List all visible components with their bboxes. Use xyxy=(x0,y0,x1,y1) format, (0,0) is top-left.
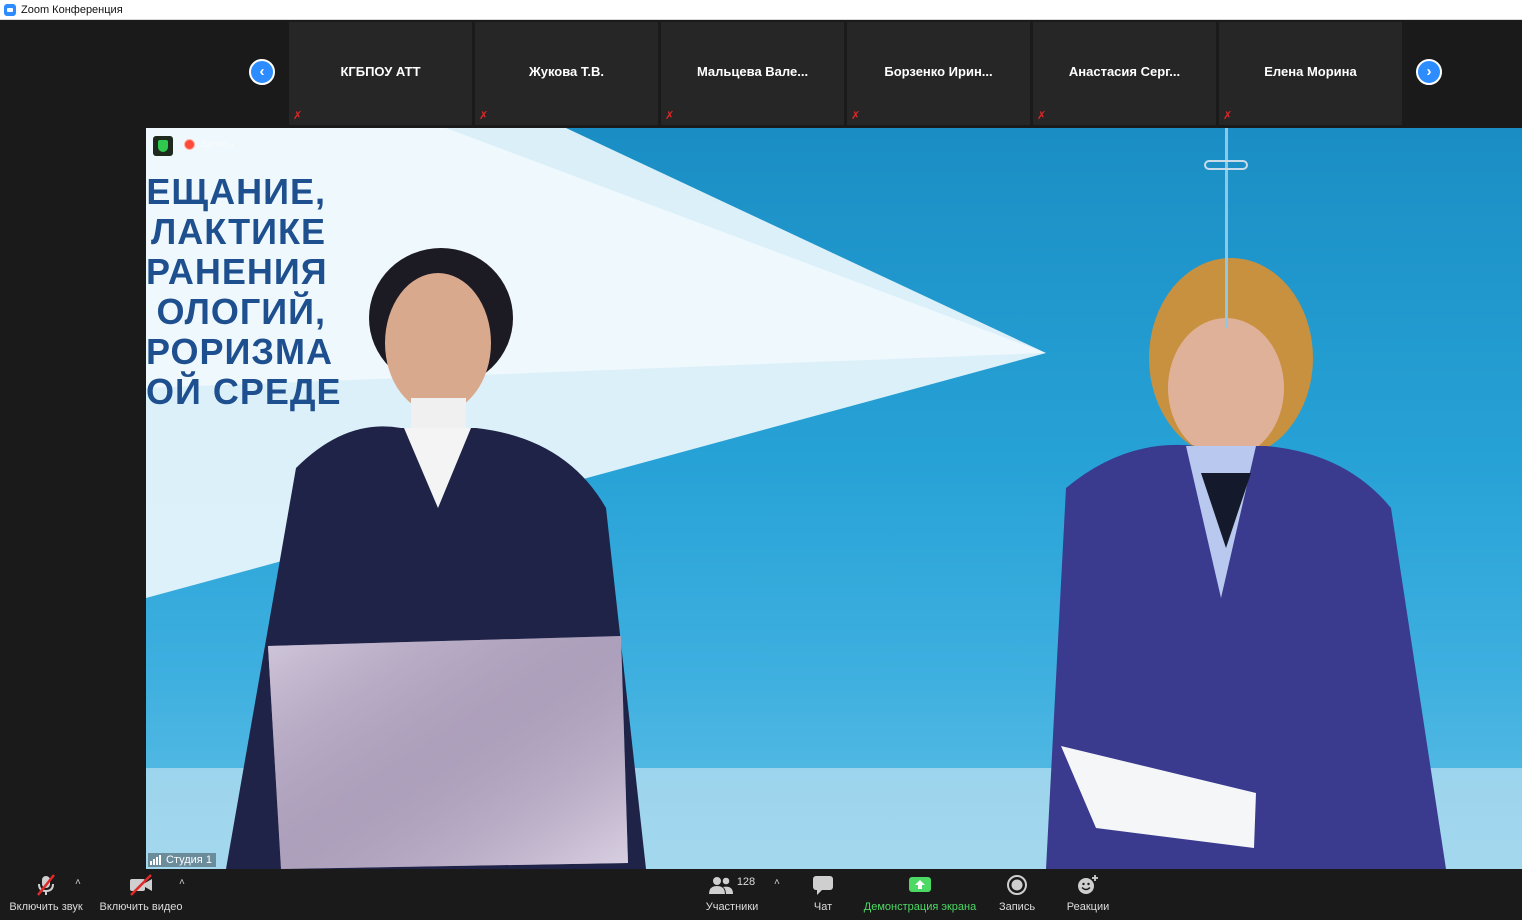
unmute-label: Включить звук xyxy=(9,901,83,913)
recording-label: Запись xyxy=(201,139,234,150)
backdrop-clip xyxy=(1204,160,1248,170)
speaker-name-label: Студия 1 xyxy=(148,853,216,867)
muted-mic-icon: ✗ xyxy=(851,110,861,122)
muted-mic-icon: ✗ xyxy=(1223,110,1233,122)
strip-prev-button[interactable]: ‹ xyxy=(249,59,275,85)
participants-label: Участники xyxy=(705,901,759,913)
banner-line: ЕЩАНИЕ, xyxy=(146,171,326,212)
participant-strip: ‹ КГБПОУ АТТ ✗ Жукова Т.В. ✗ Мальцева Ва… xyxy=(0,20,1522,127)
window-title: Zoom Конференция xyxy=(21,3,123,16)
video-off-icon xyxy=(128,873,154,897)
banner-line: ОЛОГИЙ, xyxy=(156,291,326,332)
record-icon xyxy=(1006,873,1028,897)
strip-next-button[interactable]: › xyxy=(1416,59,1442,85)
participant-tile[interactable]: Жукова Т.В. ✗ xyxy=(475,22,658,125)
record-dot-icon xyxy=(184,139,195,150)
reactions-button[interactable]: Реакции xyxy=(1065,873,1111,917)
muted-mic-icon: ✗ xyxy=(665,110,675,122)
share-screen-button[interactable]: Демонстрация экрана xyxy=(864,873,976,917)
record-button[interactable]: Запись xyxy=(997,873,1037,917)
participant-name: Елена Морина xyxy=(1264,64,1357,79)
signal-bars-icon xyxy=(150,855,162,865)
banner-line: РОРИЗМА xyxy=(146,331,333,372)
participant-tile[interactable]: Борзенко Ирин... ✗ xyxy=(847,22,1030,125)
muted-mic-icon: ✗ xyxy=(479,110,489,122)
start-video-button[interactable]: Включить видео xyxy=(99,873,183,917)
start-video-label: Включить видео xyxy=(99,901,183,913)
reactions-label: Реакции xyxy=(1066,901,1110,913)
share-screen-icon xyxy=(908,873,932,897)
reactions-smiley-icon xyxy=(1076,873,1100,897)
participant-name: Жукова Т.В. xyxy=(528,64,604,79)
video-options-caret[interactable]: ˄ xyxy=(179,877,185,888)
participants-icon-wrap: 128 xyxy=(708,873,756,897)
participant-tile[interactable]: Анастасия Серг... ✗ xyxy=(1033,22,1216,125)
participants-options-caret[interactable]: ˄ xyxy=(774,877,780,888)
unmute-button[interactable]: Включить звук xyxy=(8,873,84,917)
participants-count: 128 xyxy=(736,876,756,888)
muted-microphone-icon xyxy=(34,873,58,897)
participant-tile[interactable]: КГБПОУ АТТ ✗ xyxy=(289,22,472,125)
muted-mic-icon: ✗ xyxy=(293,110,303,122)
muted-mic-icon: ✗ xyxy=(1037,110,1047,122)
participant-tile[interactable]: Мальцева Вале... ✗ xyxy=(661,22,844,125)
audio-options-caret[interactable]: ˄ xyxy=(75,877,81,888)
zoom-app-icon xyxy=(4,3,16,16)
chat-label: Чат xyxy=(813,901,833,913)
video-scene xyxy=(146,128,1522,869)
chat-bubble-icon xyxy=(812,873,834,897)
banner-line: ОЙ СРЕДЕ xyxy=(146,371,342,412)
participant-name: КГБПОУ АТТ xyxy=(340,64,421,79)
participants-button[interactable]: 128 Участники xyxy=(704,873,760,917)
backdrop-banner: ЕЩАНИЕ, ЛАКТИКЕ РАНЕНИЯ ОЛОГИЙ, РОРИЗМА … xyxy=(146,171,342,412)
record-label: Запись xyxy=(998,901,1036,913)
chat-button[interactable]: Чат xyxy=(808,873,838,917)
participant-tile[interactable]: Елена Морина ✗ xyxy=(1219,22,1402,125)
window-titlebar: Zoom Конференция xyxy=(0,0,1522,20)
backdrop-pole xyxy=(1225,128,1228,328)
meeting-toolbar: Включить звук ˄ Включить видео ˄ 128 Уча… xyxy=(0,869,1522,920)
encryption-shield-icon[interactable] xyxy=(153,136,173,156)
banner-line: ЛАКТИКЕ xyxy=(151,211,326,252)
recording-indicator[interactable]: Запись xyxy=(184,139,234,150)
banner-line: РАНЕНИЯ xyxy=(146,251,328,292)
participant-name: Мальцева Вале... xyxy=(696,64,809,79)
participant-name: Анастасия Серг... xyxy=(1068,64,1181,79)
speaker-name: Студия 1 xyxy=(166,854,212,866)
share-screen-label: Демонстрация экрана xyxy=(863,901,977,913)
participant-name: Борзенко Ирин... xyxy=(884,64,993,79)
participants-icon xyxy=(708,877,733,894)
main-video: ЕЩАНИЕ, ЛАКТИКЕ РАНЕНИЯ ОЛОГИЙ, РОРИЗМА … xyxy=(146,128,1522,869)
